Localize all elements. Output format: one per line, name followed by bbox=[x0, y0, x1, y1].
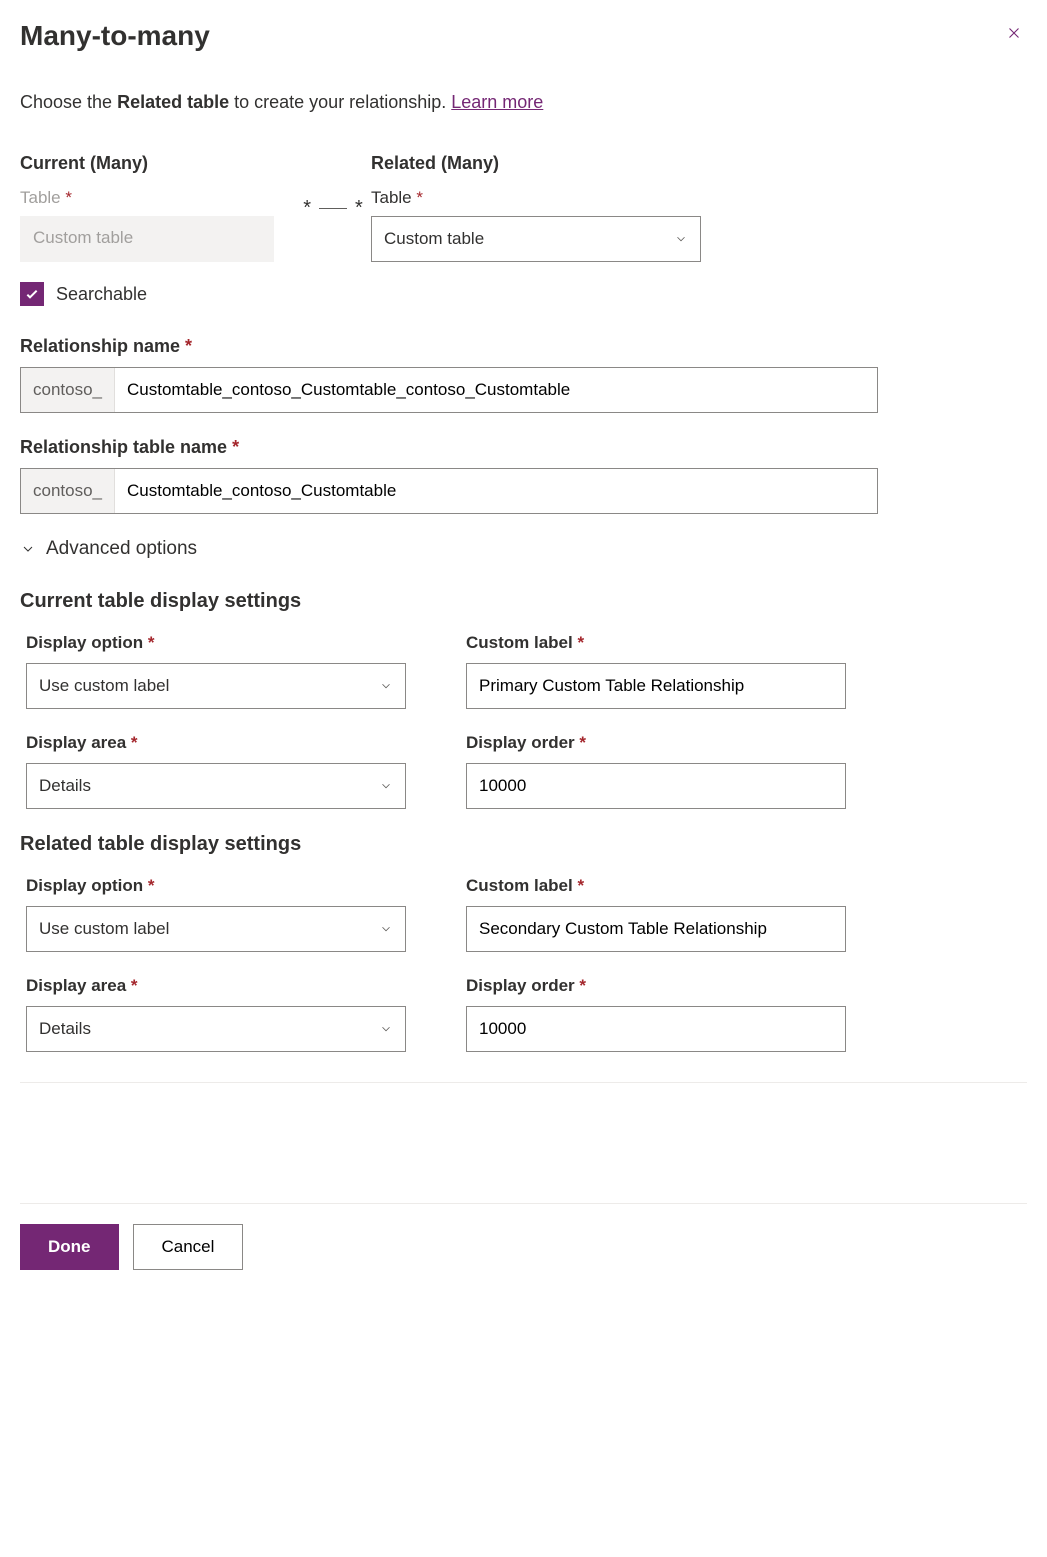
related-table-label: Table * bbox=[371, 188, 701, 208]
current-display-area-select[interactable]: Details bbox=[26, 763, 406, 809]
relationship-table-name-label: Relationship table name * bbox=[20, 437, 1027, 458]
chevron-down-icon bbox=[379, 679, 393, 693]
relationship-name-label: Relationship name * bbox=[20, 336, 1027, 357]
current-custom-label-label: Custom label * bbox=[466, 633, 846, 653]
relationship-name-prefix: contoso_ bbox=[21, 368, 115, 412]
done-button[interactable]: Done bbox=[20, 1224, 119, 1270]
cancel-button[interactable]: Cancel bbox=[133, 1224, 244, 1270]
related-table-select[interactable]: Custom table bbox=[371, 216, 701, 262]
divider bbox=[20, 1082, 1027, 1083]
relationship-table-name-field[interactable]: contoso_ bbox=[20, 468, 878, 514]
related-heading: Related (Many) bbox=[371, 153, 701, 174]
current-settings-heading: Current table display settings bbox=[20, 590, 1027, 613]
learn-more-link[interactable]: Learn more bbox=[451, 92, 543, 112]
current-display-order-label: Display order * bbox=[466, 733, 846, 753]
related-display-option-label: Display option * bbox=[26, 876, 406, 896]
related-custom-label-input[interactable] bbox=[466, 906, 846, 952]
searchable-checkbox[interactable] bbox=[20, 282, 44, 306]
chevron-down-icon bbox=[379, 922, 393, 936]
current-display-area-label: Display area * bbox=[26, 733, 406, 753]
related-display-order-label: Display order * bbox=[466, 976, 846, 996]
relationship-name-input[interactable] bbox=[115, 368, 877, 412]
current-heading: Current (Many) bbox=[20, 153, 295, 174]
page-title: Many-to-many bbox=[20, 20, 210, 52]
checkmark-icon bbox=[24, 286, 40, 302]
related-settings-heading: Related table display settings bbox=[20, 833, 1027, 856]
relationship-name-field[interactable]: contoso_ bbox=[20, 367, 878, 413]
related-display-option-select[interactable]: Use custom label bbox=[26, 906, 406, 952]
related-display-area-label: Display area * bbox=[26, 976, 406, 996]
current-table-field: Custom table bbox=[20, 216, 274, 262]
current-display-order-input[interactable] bbox=[466, 763, 846, 809]
chevron-down-icon bbox=[379, 1022, 393, 1036]
chevron-down-icon bbox=[20, 541, 36, 557]
intro-text: Choose the Related table to create your … bbox=[20, 92, 1027, 113]
current-display-option-label: Display option * bbox=[26, 633, 406, 653]
searchable-label: Searchable bbox=[56, 284, 147, 305]
close-button[interactable] bbox=[1001, 20, 1027, 49]
current-display-option-select[interactable]: Use custom label bbox=[26, 663, 406, 709]
relationship-table-name-prefix: contoso_ bbox=[21, 469, 115, 513]
chevron-down-icon bbox=[379, 779, 393, 793]
chevron-down-icon bbox=[674, 232, 688, 246]
advanced-options-toggle[interactable]: Advanced options bbox=[20, 538, 1027, 560]
relationship-cardinality: ** bbox=[303, 197, 363, 220]
current-custom-label-input[interactable] bbox=[466, 663, 846, 709]
close-icon bbox=[1005, 24, 1023, 42]
related-display-order-input[interactable] bbox=[466, 1006, 846, 1052]
relationship-table-name-input[interactable] bbox=[115, 469, 877, 513]
current-table-label: Table * bbox=[20, 188, 295, 208]
related-display-area-select[interactable]: Details bbox=[26, 1006, 406, 1052]
related-custom-label-label: Custom label * bbox=[466, 876, 846, 896]
footer-divider bbox=[20, 1203, 1027, 1204]
